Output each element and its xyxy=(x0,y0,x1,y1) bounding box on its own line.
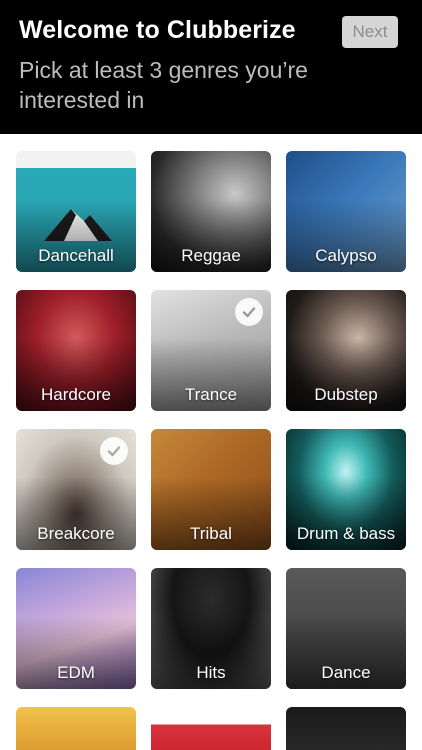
genre-tile-partial-1[interactable] xyxy=(16,707,136,750)
checkmark-icon xyxy=(235,298,263,326)
next-button[interactable]: Next xyxy=(342,16,398,48)
genre-label: Reggae xyxy=(181,246,241,265)
genre-label: Dancehall xyxy=(38,246,114,265)
genre-label: Calypso xyxy=(315,246,377,265)
genre-label: Drum & bass xyxy=(296,524,396,543)
header: Welcome to Clubberize Next Pick at least… xyxy=(0,0,422,134)
genre-label: Hardcore xyxy=(41,385,111,404)
genre-label: Hits xyxy=(196,663,226,682)
genre-tile-hits[interactable]: Hits xyxy=(151,568,271,689)
genre-label: Dubstep xyxy=(314,385,378,404)
genre-tile-calypso[interactable]: Calypso xyxy=(286,151,406,272)
genre-label: Breakcore xyxy=(37,524,115,543)
genre-tile-tribal[interactable]: Tribal xyxy=(151,429,271,550)
page-title: Welcome to Clubberize xyxy=(19,16,296,44)
genre-tile-breakcore[interactable]: Breakcore xyxy=(16,429,136,550)
genre-tile-drum-and-bass[interactable]: Drum & bass xyxy=(286,429,406,550)
genre-tile-dubstep[interactable]: Dubstep xyxy=(286,290,406,411)
genre-tile-trance[interactable]: Trance xyxy=(151,290,271,411)
genre-tile-hardcore[interactable]: Hardcore xyxy=(16,290,136,411)
genre-label: Dance xyxy=(321,663,371,682)
checkmark-icon xyxy=(100,437,128,465)
genre-label: Trance xyxy=(184,385,238,404)
genre-tile-reggae[interactable]: Reggae xyxy=(151,151,271,272)
genre-tile-partial-2[interactable] xyxy=(151,707,271,750)
genre-tile-dancehall[interactable]: Dancehall xyxy=(16,151,136,272)
page-subtitle: Pick at least 3 genres you’re interested… xyxy=(19,57,308,113)
genre-art xyxy=(286,707,406,750)
genre-art xyxy=(151,707,271,750)
genre-art xyxy=(16,707,136,750)
genre-label: Tribal xyxy=(190,524,232,543)
genre-tile-dance[interactable]: Dance xyxy=(286,568,406,689)
genre-label: EDM xyxy=(57,663,95,682)
genre-tile-edm[interactable]: EDM xyxy=(16,568,136,689)
genre-tile-partial-3[interactable] xyxy=(286,707,406,750)
